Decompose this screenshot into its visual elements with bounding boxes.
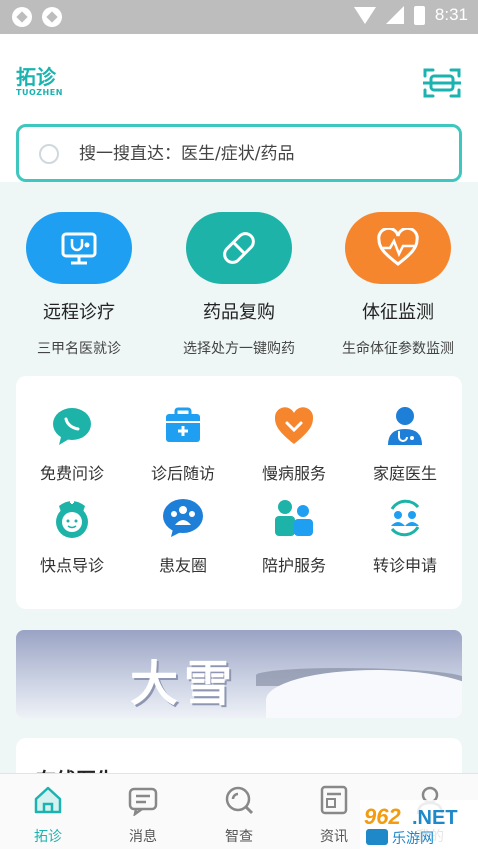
grid-item-label: 转诊申请 (372, 556, 437, 575)
chat-bubble-icon (50, 404, 94, 448)
tab-label: 智查 (225, 829, 253, 845)
service-subtitle: 选择处方一键购药 (183, 341, 295, 357)
search-input[interactable] (79, 140, 439, 168)
grid-item-label: 快点导诊 (39, 556, 104, 575)
grid-item-patient-circle[interactable]: 患友圈 (133, 496, 233, 576)
logo-text: 拓诊 (16, 65, 56, 89)
svg-text:962: 962 (364, 804, 401, 829)
grid-item-escort[interactable]: 陪护服务 (244, 496, 344, 576)
app-notification-icon (12, 7, 32, 27)
tab-home[interactable]: 拓诊 (8, 784, 88, 846)
home-icon (34, 786, 62, 814)
grid-item-label: 患友圈 (158, 556, 207, 575)
site-watermark: 962 .NET 乐游网 (360, 800, 478, 849)
service-title: 远程诊疗 (43, 302, 115, 323)
grid-item-label: 诊后随访 (150, 464, 215, 483)
heart-icon (272, 404, 316, 448)
service-drug-repurchase[interactable]: 药品复购 选择处方一键购药 (164, 212, 314, 358)
message-icon (128, 787, 158, 817)
banner-text: 大雪 (130, 656, 239, 712)
battery-icon (413, 5, 425, 25)
nurse-icon (50, 496, 94, 540)
tab-messages[interactable]: 消息 (103, 784, 183, 846)
service-title: 体征监测 (362, 302, 434, 323)
grid-item-referral[interactable]: 转诊申请 (355, 496, 455, 576)
service-subtitle: 三甲名医就诊 (37, 341, 121, 357)
search-icon (39, 144, 59, 164)
svg-text:乐游网: 乐游网 (392, 831, 434, 847)
grid-item-follow-up[interactable]: 诊后随访 (133, 404, 233, 484)
grid-item-triage[interactable]: 快点导诊 (22, 496, 122, 576)
tab-label: 消息 (129, 829, 157, 845)
grid-item-label: 慢病服务 (261, 464, 326, 483)
tab-smart-check[interactable]: 智查 (199, 784, 279, 846)
service-title: 药品复购 (203, 302, 275, 323)
app-notification-icon (42, 7, 62, 27)
svg-text:.NET: .NET (412, 807, 458, 829)
grid-item-label: 陪护服务 (261, 556, 326, 575)
doctor-icon (383, 404, 427, 448)
service-vital-monitor[interactable]: 体征监测 生命体征参数监测 (323, 212, 473, 358)
heartbeat-icon (345, 212, 451, 284)
referral-icon (383, 496, 427, 540)
status-time: 8:31 (434, 5, 468, 24)
grid-item-label: 免费问诊 (39, 464, 104, 483)
grid-item-chronic[interactable]: 慢病服务 (244, 404, 344, 484)
service-remote-consult[interactable]: 远程诊疗 三甲名医就诊 (4, 212, 154, 358)
grid-item-family-doctor[interactable]: 家庭医生 (355, 404, 455, 484)
search-box[interactable] (16, 124, 462, 182)
signal-icon (385, 6, 404, 24)
grid-item-label: 家庭医生 (372, 464, 437, 483)
promo-banner[interactable]: 大雪 (16, 630, 462, 718)
pill-icon (186, 212, 292, 284)
status-bar: 8:31 (0, 0, 478, 34)
app-logo: 拓诊 TUOZHEN (16, 66, 63, 97)
news-icon (320, 785, 348, 815)
wifi-icon (353, 6, 376, 24)
search-icon (225, 786, 254, 815)
group-chat-icon (161, 496, 205, 540)
feature-grid: 免费问诊 诊后随访 慢病服务 家庭医生 快点导诊 患友圈 陪护服务 转诊申请 (16, 376, 462, 609)
app-header: 拓诊 TUOZHEN (0, 34, 478, 182)
monitor-stethoscope-icon (26, 212, 132, 284)
grid-item-free-consult[interactable]: 免费问诊 (22, 404, 122, 484)
medical-kit-icon (161, 404, 205, 448)
scan-icon[interactable] (422, 66, 462, 100)
tab-label: 拓诊 (34, 829, 62, 845)
companions-icon (272, 496, 316, 540)
logo-subtext: TUOZHEN (16, 88, 63, 97)
service-subtitle: 生命体征参数监测 (342, 341, 454, 357)
